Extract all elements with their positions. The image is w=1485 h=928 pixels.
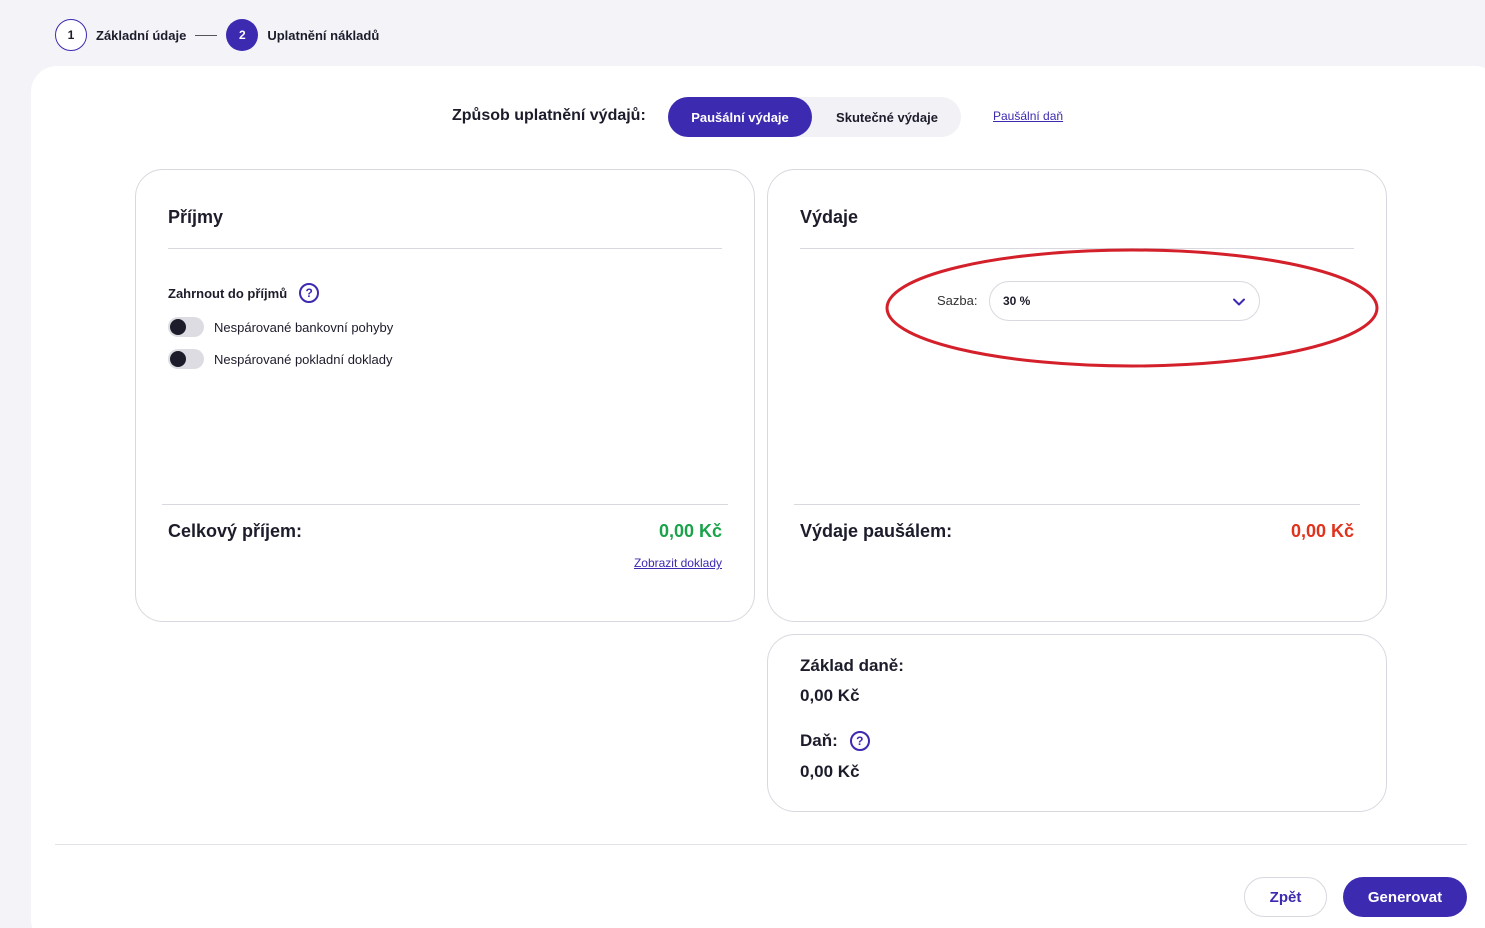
step-2-label[interactable]: Uplatnění nákladů	[267, 28, 379, 43]
unpaired-bank-movements-row: Nespárované bankovní pohyby	[168, 317, 393, 337]
stepper-connector	[195, 34, 218, 36]
expenses-title-divider	[800, 248, 1354, 249]
rate-select-value: 30 %	[1003, 294, 1031, 308]
footer-divider	[55, 844, 1467, 845]
tax-value: 0,00 Kč	[800, 762, 860, 781]
include-in-income-row: Zahrnout do příjmů ?	[168, 283, 320, 303]
flat-rate-expenses-label: Výdaje paušálem:	[800, 521, 953, 541]
unpaired-cash-documents-toggle[interactable]	[168, 349, 204, 369]
flat-rate-expenses-button[interactable]: Paušální výdaje	[668, 97, 812, 137]
rate-label: Sazba:	[937, 293, 978, 308]
expenses-card: Výdaje Sazba: 30 % Výdaje paušálem: 0,00…	[767, 169, 1387, 622]
tax-card: Základ daně: 0,00 Kč Daň: ? 0,00 Kč	[767, 634, 1387, 812]
tax-base-value: 0,00 Kč	[800, 686, 860, 705]
expense-method-toggle: Paušální výdaje Skutečné výdaje	[668, 97, 961, 137]
toggle-knob	[170, 351, 186, 367]
income-card: Příjmy Zahrnout do příjmů ? Nespárované …	[135, 169, 755, 622]
back-button[interactable]: Zpět	[1244, 877, 1327, 917]
income-title: Příjmy	[168, 207, 224, 227]
income-title-divider	[168, 248, 722, 249]
step-1-label[interactable]: Základní údaje	[96, 28, 186, 43]
help-icon[interactable]: ?	[849, 731, 870, 751]
help-icon[interactable]: ?	[299, 283, 320, 303]
actual-expenses-button[interactable]: Skutečné výdaje	[818, 97, 956, 137]
stepper: 1 Základní údaje 2 Uplatnění nákladů	[55, 19, 379, 51]
tax-label: Daň:	[800, 731, 838, 750]
unpaired-bank-movements-label: Nespárované bankovní pohyby	[214, 319, 394, 335]
include-in-income-label: Zahrnout do příjmů	[168, 285, 288, 301]
tax-row: Daň: ?	[800, 731, 870, 751]
expense-method-row: Způsob uplatnění výdajů: Paušální výdaje…	[0, 97, 1485, 137]
unpaired-cash-documents-row: Nespárované pokladní doklady	[168, 349, 393, 369]
step-1-indicator[interactable]: 1	[55, 19, 87, 51]
expenses-total-divider	[794, 504, 1360, 505]
unpaired-cash-documents-label: Nespárované pokladní doklady	[214, 351, 393, 367]
flat-tax-link[interactable]: Paušální daň	[993, 109, 1063, 123]
generate-button[interactable]: Generovat	[1343, 877, 1467, 917]
toggle-knob	[170, 319, 186, 335]
flat-rate-expenses-value: 0,00 Kč	[1290, 521, 1354, 541]
tax-base-label: Základ daně:	[800, 656, 904, 675]
rate-select[interactable]: 30 %	[989, 281, 1260, 321]
total-income-label: Celkový příjem:	[168, 521, 303, 541]
income-total-divider	[162, 504, 728, 505]
step-2-indicator[interactable]: 2	[226, 19, 259, 51]
chevron-down-icon	[1233, 298, 1245, 306]
expenses-title: Výdaje	[800, 207, 859, 227]
unpaired-bank-movements-toggle[interactable]	[168, 317, 204, 337]
total-income-value: 0,00 Kč	[658, 521, 722, 541]
expense-method-label: Způsob uplatnění výdajů:	[452, 107, 646, 124]
show-documents-link[interactable]: Zobrazit doklady	[634, 556, 722, 570]
